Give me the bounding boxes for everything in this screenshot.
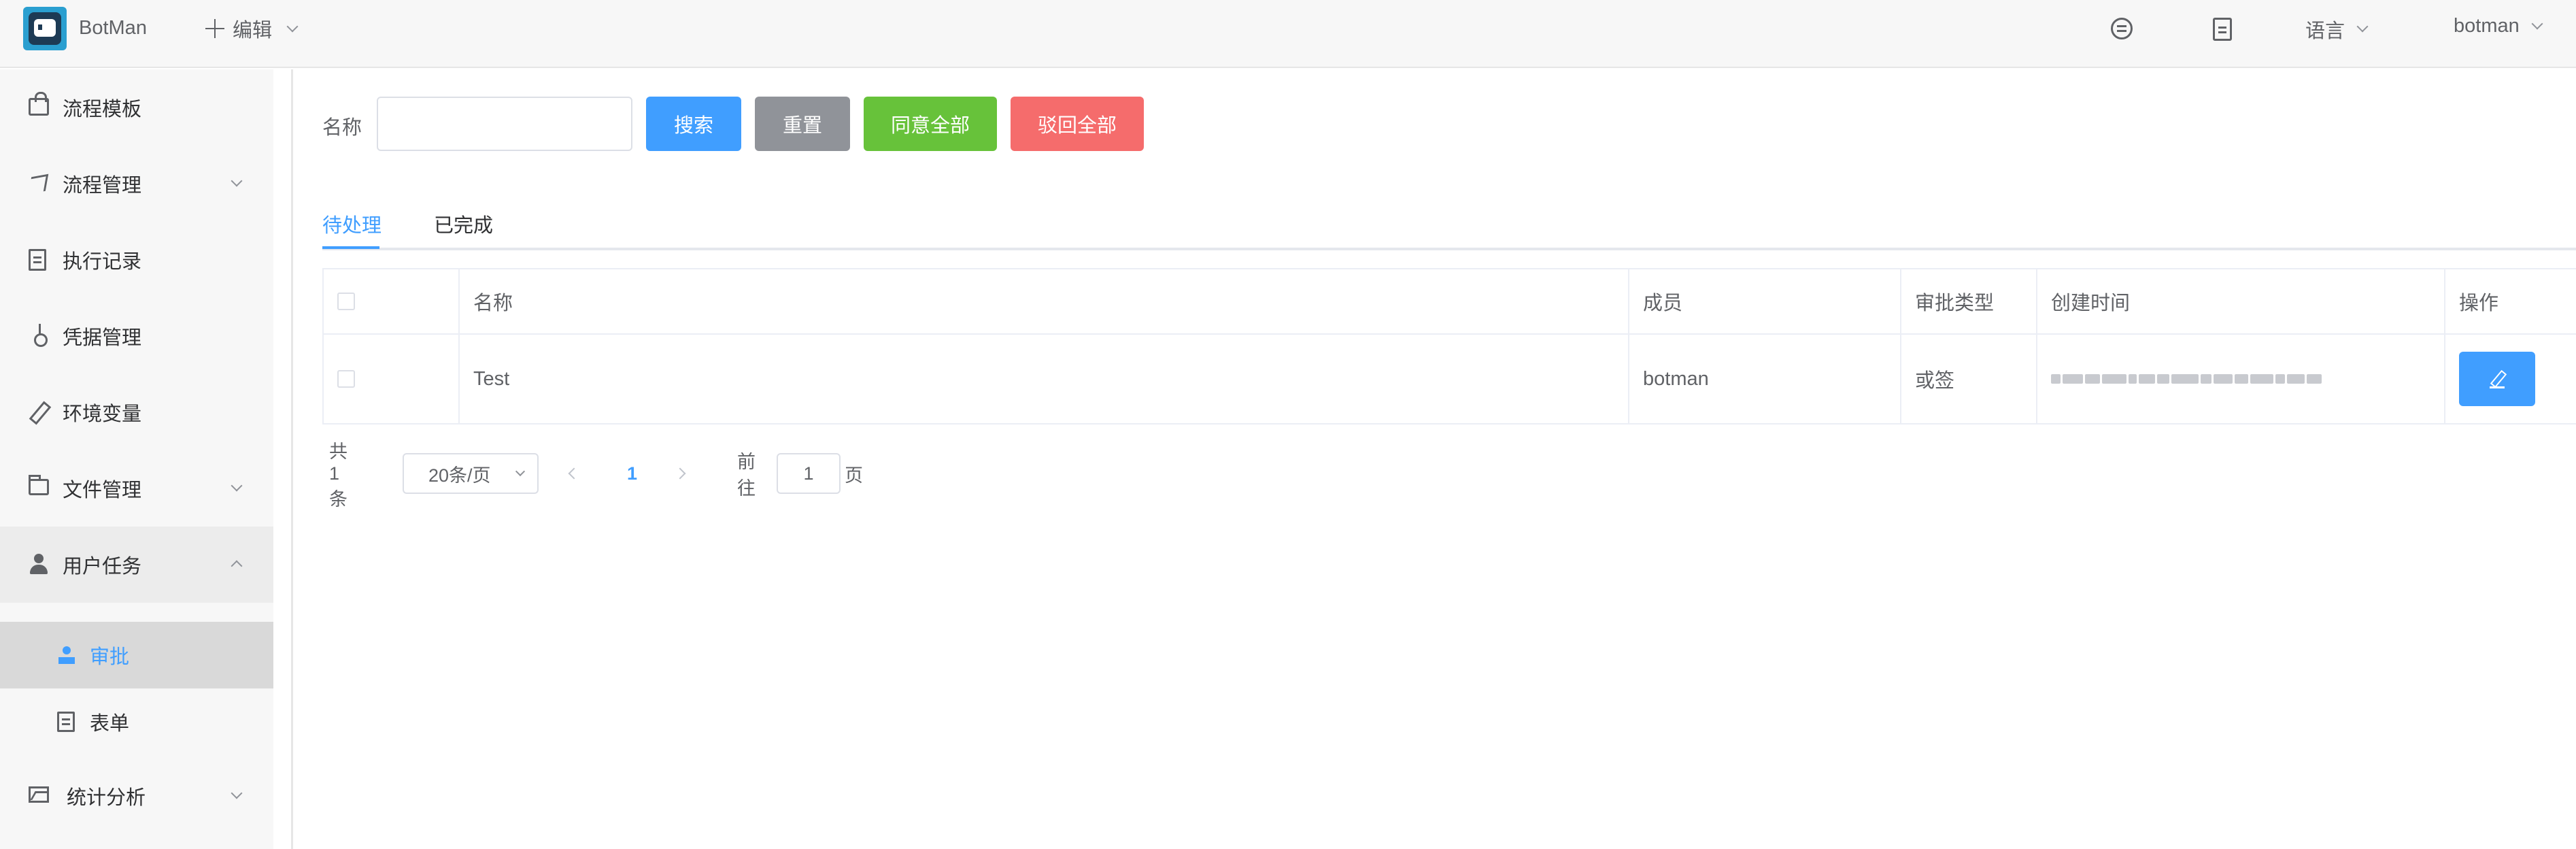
sidebar: 流程模板 流程管理 执行记录 凭据管理 环境变量 文件管理 用户任务 审批 表单… — [0, 69, 273, 849]
botman-logo-icon[interactable] — [23, 7, 67, 50]
column-header-member: 成员 — [1629, 269, 1901, 333]
chevron-down-icon — [2356, 20, 2369, 33]
sidebar-item-label: 表单 — [90, 713, 130, 735]
user-menu[interactable]: botman — [2454, 15, 2543, 37]
sidebar-subitem-form[interactable]: 表单 — [0, 688, 273, 755]
table-header: 名称 成员 审批类型 创建时间 操作 — [324, 269, 2576, 335]
chart-icon — [29, 786, 49, 803]
pen-icon — [29, 401, 49, 422]
chevron-down-icon — [231, 175, 243, 187]
edit-menu-label: 编辑 — [233, 20, 273, 41]
sidebar-item-label: 执行记录 — [63, 251, 142, 273]
language-menu-label: 语言 — [2305, 20, 2345, 42]
sidebar-item-flow-templates[interactable]: 流程模板 — [0, 69, 273, 146]
chevron-down-icon — [231, 787, 243, 799]
row-approval-type: 或签 — [1901, 335, 2037, 423]
chat-icon[interactable] — [2111, 18, 2133, 39]
document-icon[interactable] — [2213, 18, 2232, 41]
search-button[interactable]: 搜索 — [646, 97, 741, 151]
edit-menu[interactable]: 编辑 — [205, 15, 299, 42]
row-member: botman — [1629, 335, 1901, 423]
sidebar-item-execution-records[interactable]: 执行记录 — [0, 222, 273, 298]
name-filter-label: 名称 — [322, 117, 362, 139]
stamp-icon — [57, 646, 76, 665]
sidebar-item-label: 审批 — [90, 646, 130, 668]
prev-page-button[interactable] — [570, 453, 590, 494]
sidebar-item-credentials[interactable]: 凭据管理 — [0, 298, 273, 374]
edit-icon — [2488, 370, 2506, 388]
blurred-timestamp — [2051, 370, 2364, 388]
task-tabs: 待处理 已完成 — [322, 204, 2576, 250]
goto-page-input[interactable]: 1 — [777, 453, 841, 494]
pagination-total: 共 1 条 — [329, 441, 348, 510]
sidebar-item-label: 统计分析 — [67, 787, 146, 809]
sidebar-item-label: 文件管理 — [63, 480, 142, 501]
task-table: 名称 成员 审批类型 创建时间 操作 Test botman 或签 — [322, 268, 2576, 424]
reject-all-button[interactable]: 驳回全部 — [1011, 97, 1144, 151]
column-header-approval-type: 审批类型 — [1901, 269, 2037, 333]
key-icon — [29, 324, 49, 347]
plus-icon — [205, 19, 224, 38]
sidebar-subitem-approval[interactable]: 审批 — [0, 622, 273, 688]
row-created-time — [2037, 335, 2445, 423]
sidebar-item-label: 流程管理 — [63, 175, 142, 197]
sidebar-item-label: 环境变量 — [63, 403, 142, 425]
chevron-down-icon — [2531, 18, 2543, 29]
column-header-name: 名称 — [460, 269, 1629, 333]
sidebar-item-label: 流程模板 — [63, 99, 142, 120]
language-menu[interactable]: 语言 — [2305, 15, 2369, 44]
page-number-current[interactable]: 1 — [627, 453, 637, 494]
page-unit-label: 页 — [845, 465, 863, 486]
active-tab-indicator — [322, 246, 379, 249]
app-name: BotMan — [79, 17, 147, 39]
approve-all-button[interactable]: 同意全部 — [864, 97, 997, 151]
next-page-button[interactable] — [676, 453, 696, 494]
chevron-down-icon — [515, 466, 526, 477]
sidebar-item-label: 用户任务 — [63, 556, 142, 578]
column-header-actions: 操作 — [2459, 293, 2499, 314]
edit-button[interactable] — [2459, 352, 2535, 406]
column-header-created-time: 创建时间 — [2037, 269, 2445, 333]
row-actions — [2445, 335, 2576, 423]
row-checkbox[interactable] — [337, 370, 355, 388]
folder-icon — [29, 475, 49, 495]
goto-label: 前往 — [737, 452, 756, 499]
form-icon — [57, 712, 75, 732]
list-icon — [29, 249, 46, 271]
chevron-down-icon — [231, 480, 243, 492]
tab-completed[interactable]: 已完成 — [434, 210, 493, 238]
row-checkbox-cell — [324, 335, 460, 423]
sidebar-item-label: 凭据管理 — [63, 327, 142, 349]
sidebar-item-flow-management[interactable]: 流程管理 — [0, 146, 273, 222]
sidebar-item-user-tasks[interactable]: 用户任务 — [0, 527, 273, 603]
select-all-checkbox[interactable] — [337, 293, 355, 310]
chevron-up-icon — [231, 560, 243, 572]
row-name: Test — [460, 335, 1629, 423]
sidebar-item-statistics[interactable]: 统计分析 — [0, 758, 273, 834]
bag-icon — [29, 92, 49, 116]
top-header: BotMan 编辑 语言 botman — [0, 0, 2576, 68]
send-icon — [29, 173, 49, 193]
sidebar-item-file-management[interactable]: 文件管理 — [0, 450, 273, 527]
name-filter-input[interactable] — [377, 97, 632, 151]
sidebar-divider — [291, 69, 293, 849]
chevron-down-icon — [286, 20, 299, 33]
sidebar-item-env-variables[interactable]: 环境变量 — [0, 374, 273, 450]
table-row: Test botman 或签 — [324, 335, 2576, 423]
page-size-value: 20条/页 — [428, 465, 491, 486]
tab-pending[interactable]: 待处理 — [322, 210, 382, 238]
user-menu-label: botman — [2454, 15, 2520, 37]
header-checkbox-cell — [324, 269, 460, 333]
user-icon — [29, 554, 49, 574]
goto-page-value: 1 — [803, 463, 814, 484]
reset-button[interactable]: 重置 — [755, 97, 850, 151]
page-size-select[interactable]: 20条/页 — [403, 453, 539, 494]
